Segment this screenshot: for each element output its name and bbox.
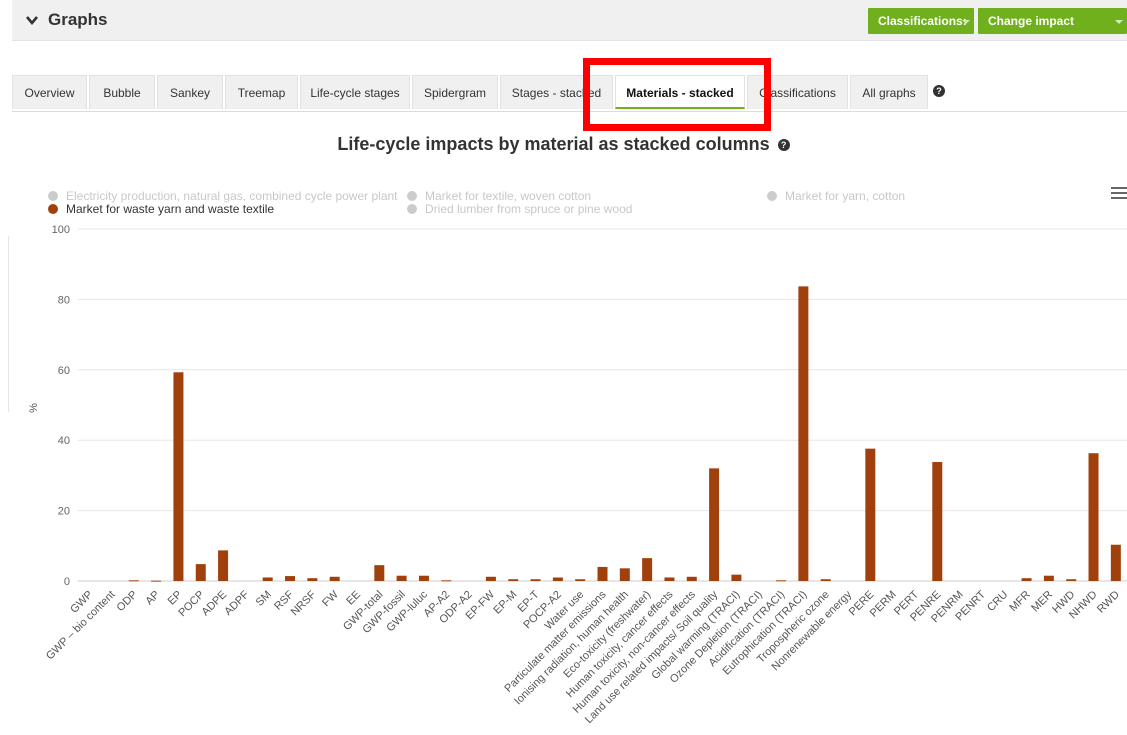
bar[interactable] (820, 579, 831, 581)
y-tick-label: 40 (58, 435, 70, 447)
bar[interactable] (1066, 579, 1077, 581)
chart-plot: 020406080100 GWPGWP – bio contentODP AP EP… (28, 224, 1127, 726)
bar[interactable] (686, 576, 697, 581)
x-tick-label: FW (320, 588, 341, 609)
y-tick-label: 20 (58, 506, 70, 518)
bar[interactable] (396, 575, 407, 581)
bar[interactable] (173, 372, 184, 581)
bar[interactable] (151, 580, 162, 582)
bar[interactable] (642, 558, 653, 581)
x-tick-label: SM (254, 589, 274, 609)
x-tick-label: MER (1029, 589, 1055, 615)
x-tick-label: CRU (985, 589, 1010, 614)
bar[interactable] (441, 580, 452, 582)
bar[interactable] (597, 566, 608, 581)
y-tick-label: 100 (52, 224, 70, 236)
y-tick-label: 60 (58, 365, 70, 377)
bar[interactable] (1110, 544, 1121, 581)
x-tick-label: POCP (176, 589, 207, 620)
x-tick-label: ADPF (222, 588, 251, 617)
bar[interactable] (262, 577, 273, 581)
bar[interactable] (128, 580, 139, 582)
bar[interactable] (575, 579, 586, 581)
bar[interactable] (709, 468, 720, 581)
bar[interactable] (508, 579, 519, 581)
bar[interactable] (374, 565, 385, 581)
bar[interactable] (530, 579, 541, 581)
bar[interactable] (1088, 453, 1099, 581)
bar[interactable] (865, 448, 876, 581)
x-tick-label: ODP (115, 589, 140, 614)
y-axis-label: % (28, 403, 40, 413)
bar[interactable] (285, 576, 296, 581)
bar[interactable] (552, 577, 563, 581)
x-tick-label: MFR (1007, 589, 1032, 614)
bar[interactable] (1021, 578, 1032, 581)
bar[interactable] (776, 580, 787, 582)
bar[interactable] (418, 575, 429, 581)
x-tick-label: AP (143, 589, 162, 608)
x-tick-label: ADPE (200, 589, 230, 619)
x-tick-label: RWD (1095, 589, 1122, 616)
y-tick-label: 0 (64, 576, 70, 588)
bar[interactable] (664, 577, 675, 581)
bar[interactable] (798, 286, 809, 581)
bar[interactable] (329, 576, 340, 581)
bar[interactable] (307, 578, 318, 581)
x-tick-label: NRSF (289, 588, 319, 618)
bar[interactable] (218, 550, 229, 581)
bar[interactable] (1043, 575, 1054, 581)
bar[interactable] (731, 574, 742, 581)
bar[interactable] (485, 576, 496, 581)
y-tick-label: 80 (58, 294, 70, 306)
bar[interactable] (932, 462, 943, 581)
x-tick-label: EP-M (491, 589, 519, 617)
bar[interactable] (195, 564, 206, 581)
bar[interactable] (619, 568, 630, 581)
